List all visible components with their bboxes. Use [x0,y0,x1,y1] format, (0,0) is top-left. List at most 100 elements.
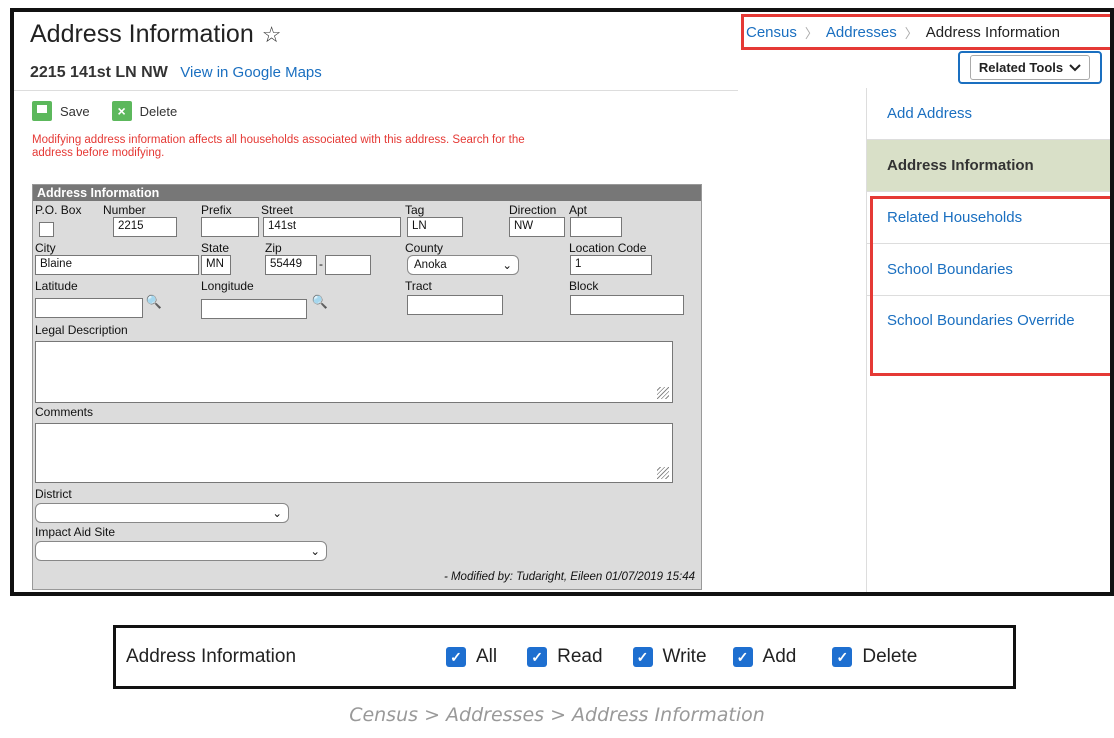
permission-write[interactable]: ✓ Write [632,646,707,668]
related-tools-button[interactable]: Related Tools [958,51,1102,84]
permission-all-label: All [476,646,498,667]
prefix-label: Prefix [201,203,232,217]
latitude-input[interactable] [35,298,143,318]
county-value: Anoka [414,259,447,271]
checkbox-checked-icon[interactable]: ✓ [632,647,653,667]
comments-label: Comments [35,405,94,419]
tool-add-address[interactable]: Add Address [867,88,1110,140]
permission-read[interactable]: ✓ Read [527,646,603,668]
delete-button[interactable]: × Delete [111,101,178,121]
resize-grip-icon[interactable] [657,387,669,399]
state-input[interactable]: MN [201,255,231,275]
zip-input[interactable]: 55449 [265,255,317,275]
longitude-search-icon[interactable]: 🔍 [311,293,329,311]
screenshot-frame: Address Information ☆ 2215 141st LN NW V… [10,8,1114,596]
city-label: City [35,241,56,255]
number-label: Number [103,203,146,217]
warning-text: Modifying address information affects al… [32,134,525,159]
toolbar: Save × Delete [32,96,852,126]
checkbox-checked-icon[interactable]: ✓ [527,647,548,667]
impact-aid-select[interactable]: ⌄ [35,541,327,561]
checkbox-checked-icon[interactable]: ✓ [732,647,753,667]
resize-grip-icon[interactable] [657,467,669,479]
po-box-checkbox[interactable] [39,222,54,237]
zip-dash: - [319,257,323,271]
po-box-label: P.O. Box [35,203,82,217]
breadcrumb-addresses[interactable]: Addresses [826,24,897,41]
apt-input[interactable] [570,217,622,237]
permission-add[interactable]: ✓ Add [732,646,797,668]
street-input[interactable]: 141st [263,217,401,237]
city-input[interactable]: Blaine [35,255,199,275]
breadcrumb: Census 〉 Addresses 〉 Address Information [741,14,1110,50]
address-form-panel: Address Information P.O. Box Number Pref… [32,184,702,590]
permission-add-label: Add [762,646,797,667]
permission-delete[interactable]: ✓ Delete [832,646,917,668]
delete-label: Delete [139,103,178,119]
longitude-input[interactable] [201,299,307,319]
zip-label: Zip [265,241,282,255]
chevron-down-icon: ⌄ [310,546,320,558]
number-input[interactable]: 2215 [113,217,177,237]
latitude-search-icon[interactable]: 🔍 [145,293,163,311]
location-code-input[interactable]: 1 [570,255,652,275]
address-line-text: 2215 141st LN NW [30,64,168,81]
tag-label: Tag [405,203,425,217]
tag-input[interactable]: LN [407,217,463,237]
prefix-input[interactable] [201,217,259,237]
save-label: Save [60,103,90,119]
location-code-label: Location Code [569,241,647,255]
tool-address-information[interactable]: Address Information [867,140,1110,192]
page-title: Address Information ☆ [30,20,281,49]
chevron-down-icon: ⌄ [272,508,282,520]
save-icon [32,101,52,121]
breadcrumb-current: Address Information [925,23,1060,41]
longitude-label: Longitude [201,279,254,293]
chevron-right-icon: 〉 [804,25,818,41]
permission-delete-label: Delete [862,646,918,667]
comments-textarea[interactable] [35,423,673,483]
state-label: State [201,241,230,255]
divider [14,90,738,91]
permission-write-label: Write [662,646,707,667]
address-line: 2215 141st LN NW View in Google Maps [30,64,322,82]
checkbox-checked-icon[interactable]: ✓ [832,647,853,667]
legal-description-textarea[interactable] [35,341,673,403]
related-tools-label: Related Tools [978,60,1064,75]
permissions-row: Address Information ✓ All ✓ Read ✓ Write… [113,625,1016,689]
district-label: District [35,487,72,501]
highlight-box [870,196,1110,376]
county-label: County [405,241,444,255]
chevron-down-icon: ⌄ [502,260,512,272]
star-icon[interactable]: ☆ [262,22,282,48]
delete-icon: × [111,101,132,121]
chevron-down-icon [1069,60,1081,75]
district-select[interactable]: ⌄ [35,503,289,523]
street-label: Street [261,203,294,217]
block-label: Block [569,279,599,293]
apt-label: Apt [569,203,588,217]
permission-name: Address Information [126,646,297,667]
latitude-label: Latitude [35,279,78,293]
permission-all[interactable]: ✓ All [446,646,497,668]
form-header: Address Information [33,185,701,201]
permission-read-label: Read [557,646,603,667]
figure-caption: Census > Addresses > Address Information [349,704,765,726]
county-select[interactable]: Anoka ⌄ [407,255,519,275]
block-input[interactable] [570,295,684,315]
zip-extension-input[interactable] [325,255,371,275]
tract-label: Tract [405,279,432,293]
direction-label: Direction [509,203,557,217]
direction-input[interactable]: NW [509,217,565,237]
google-maps-link[interactable]: View in Google Maps [180,64,321,81]
save-button[interactable]: Save [32,101,90,121]
page-title-text: Address Information [30,20,254,48]
address-form: Save × Delete Modifying address informat… [32,96,852,592]
chevron-right-icon: 〉 [904,25,918,41]
modified-by-text: - Modified by: Tudaright, Eileen 01/07/2… [443,571,695,583]
checkbox-checked-icon[interactable]: ✓ [446,647,466,667]
breadcrumb-census[interactable]: Census [746,24,797,41]
tract-input[interactable] [407,295,503,315]
legal-description-label: Legal Description [35,323,128,337]
impact-aid-label: Impact Aid Site [35,525,116,539]
